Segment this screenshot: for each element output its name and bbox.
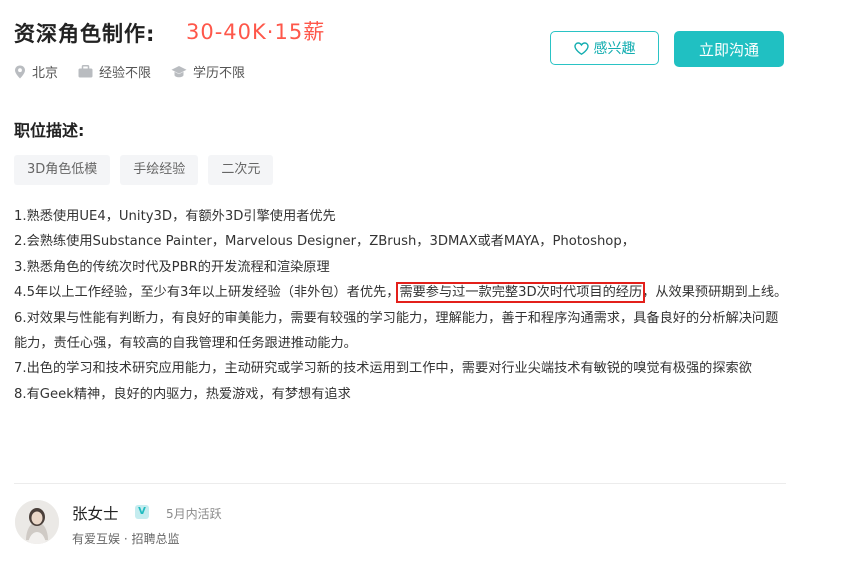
- interest-button[interactable]: 感兴趣: [550, 31, 659, 65]
- description-heading: 职位描述:: [14, 121, 85, 140]
- divider: [14, 483, 786, 484]
- description-line: 8.有Geek精神，良好的内驱力，热爱游戏，有梦想有追求: [14, 386, 351, 402]
- heart-icon: [573, 41, 589, 55]
- recruiter-avatar[interactable]: [15, 500, 59, 544]
- line4-after: ，从效果预研期到上线。: [642, 285, 788, 301]
- location-item: 北京: [14, 62, 58, 81]
- line4-before: 4.5年以上工作经验，至少有3年以上研发经验（非外包）者优先，: [14, 285, 400, 301]
- interest-button-label: 感兴趣: [593, 41, 636, 57]
- education-text: 学历不限: [193, 66, 246, 81]
- description-line: 1.熟悉使用UE4，Unity3D，有额外3D引擎使用者优先: [14, 209, 336, 224]
- experience-item: 经验不限: [78, 62, 151, 81]
- avatar-person-icon: [15, 500, 59, 544]
- location-pin-icon: [15, 65, 25, 78]
- recruiter-name: 张女士: [72, 505, 119, 523]
- description-line: 7.出色的学习和技术研究应用能力，主动研究或学习新的技术运用到工作中，需要对行业…: [14, 361, 752, 377]
- briefcase-icon: [78, 65, 93, 78]
- recruiter-company: 有爱互娱 · 招聘总监: [72, 532, 180, 546]
- education-item: 学历不限: [171, 62, 245, 81]
- active-status: 5月内活跃: [166, 507, 222, 521]
- verified-badge: V: [135, 505, 149, 519]
- chat-now-button[interactable]: 立即沟通: [674, 31, 784, 67]
- job-title: 资深角色制作:: [14, 22, 156, 46]
- highlighted-requirement: 需要参与过一款完整3D次时代项目的经历: [396, 282, 646, 304]
- job-meta: 北京 经验不限 学历不限: [14, 62, 265, 81]
- skill-tags: 3D角色低模 手绘经验 二次元: [14, 155, 283, 185]
- job-description-text: 1.熟悉使用UE4，Unity3D，有额外3D引擎使用者优先 2.会熟练使用Su…: [14, 204, 789, 407]
- skill-tag: 二次元: [208, 155, 274, 185]
- description-line: 3.熟悉角色的传统次时代及PBR的开发流程和渲染原理: [14, 259, 330, 275]
- skill-tag: 手绘经验: [120, 155, 199, 185]
- salary: 30-40K·15薪: [186, 20, 326, 44]
- skill-tag: 3D角色低模: [14, 155, 111, 185]
- location-text: 北京: [32, 66, 59, 81]
- description-line: 6.对效果与性能有判断力，有良好的审美能力，需要有较强的学习能力，理解能力，善于…: [14, 310, 779, 352]
- graduation-cap-icon: [171, 66, 187, 78]
- description-line: 2.会熟练使用Substance Painter，Marvelous Desig…: [14, 234, 635, 250]
- experience-text: 经验不限: [99, 66, 152, 81]
- description-line-4: 4.5年以上工作经验，至少有3年以上研发经验（非外包）者优先，需要参与过一款完整…: [14, 280, 789, 305]
